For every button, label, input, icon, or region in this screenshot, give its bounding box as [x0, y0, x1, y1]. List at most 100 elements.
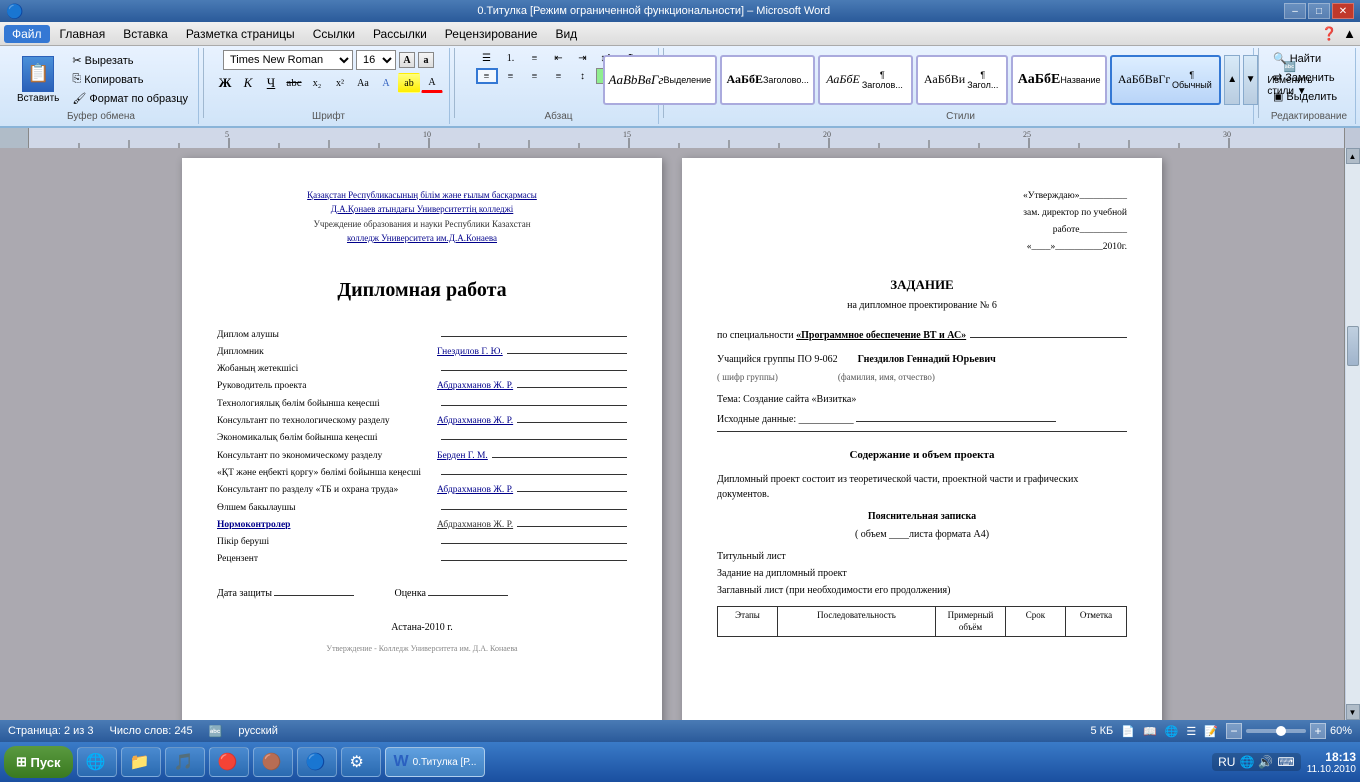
superscript-button[interactable]: x²	[329, 73, 351, 93]
bullets-button[interactable]: ☰	[476, 50, 498, 66]
taskbar-ie-button[interactable]: 🌐	[77, 747, 117, 777]
field-recenzent: Рецензент	[217, 553, 627, 566]
start-button[interactable]: ⊞ Пуск	[4, 746, 73, 778]
taskbar-media-button[interactable]: 🎵	[165, 747, 205, 777]
styles-scroll-down[interactable]: ▼	[1243, 55, 1258, 105]
underline-button[interactable]: Ч	[260, 73, 282, 93]
menu-insert[interactable]: Вставка	[115, 25, 176, 43]
copy-button[interactable]: ⎘ Копировать	[68, 71, 192, 88]
decrease-indent-button[interactable]: ⇤	[548, 50, 570, 66]
tb-ru-line	[517, 491, 627, 492]
menu-bar: Файл Главная Вставка Разметка страницы С…	[0, 22, 1360, 46]
zoom-level: 60%	[1330, 725, 1352, 737]
recenzent-label: Рецензент	[217, 553, 437, 566]
word-count: Число слов: 245	[110, 725, 193, 737]
maximize-button[interactable]: □	[1308, 3, 1330, 19]
menu-home[interactable]: Главная	[52, 25, 114, 43]
ruk-label: Руководитель проекта	[217, 380, 437, 393]
align-center-button[interactable]: ≡	[500, 68, 522, 84]
numbering-button[interactable]: 1.	[500, 50, 522, 66]
ribbon-minimize-icon[interactable]: ▲	[1343, 26, 1356, 41]
cut-button[interactable]: ✂ Вырезать	[68, 52, 192, 69]
close-button[interactable]: ✕	[1332, 3, 1354, 19]
taskbar-unknown3-button[interactable]: ⚙	[341, 747, 381, 777]
ruk-line	[517, 387, 627, 388]
strikethrough-button[interactable]: abc	[283, 73, 305, 93]
line-spacing-button[interactable]: ↕	[572, 68, 594, 84]
style-normal[interactable]: АаБбВвГг¶ Обычный	[1110, 55, 1222, 105]
style-heading3[interactable]: АаБбВи¶ Загол...	[916, 55, 1009, 105]
pikir-line	[441, 543, 627, 544]
taskbar-unknown2-button[interactable]: 🔵	[297, 747, 337, 777]
zadanie-title: ЗАДАНИЕ	[717, 276, 1127, 294]
field-pikir: Пікір беруші	[217, 536, 627, 549]
page1-org-header: Қазақстан Республикасының білім және ғыл…	[217, 188, 627, 246]
style-heading2[interactable]: АаБбЕ¶ Заголов...	[818, 55, 913, 105]
document-scroll[interactable]: Қазақстан Республикасының білім және ғыл…	[0, 148, 1344, 720]
replace-button[interactable]: ⇄ Заменить	[1269, 69, 1349, 86]
view-web-icon[interactable]: 🌐	[1165, 725, 1179, 738]
style-title[interactable]: АаБбЕНазвание	[1011, 55, 1106, 105]
help-icon[interactable]: ❓	[1321, 26, 1337, 42]
menu-review[interactable]: Рецензирование	[437, 25, 546, 43]
view-draft-icon[interactable]: 📝	[1204, 725, 1218, 738]
bold-button[interactable]: Ж	[214, 73, 236, 93]
para-label: Абзац	[544, 111, 572, 122]
view-read-icon[interactable]: 📖	[1143, 725, 1157, 738]
paste-icon: 📋	[22, 56, 54, 92]
divider-4	[1258, 48, 1259, 118]
paste-button[interactable]: 📋 Вставить	[10, 53, 66, 107]
scroll-down-button[interactable]: ▼	[1346, 704, 1360, 720]
clear-format-button[interactable]: Aa	[352, 73, 374, 93]
ribbon: 📋 Вставить ✂ Вырезать ⎘ Копировать 🖌 Фор…	[0, 46, 1360, 128]
find-button[interactable]: 🔍 Найти	[1269, 50, 1349, 67]
select-button[interactable]: ▣ Выделить	[1269, 88, 1349, 105]
org-line4: колледж Университета им.Д.А.Конаева	[217, 231, 627, 245]
scroll-thumb[interactable]	[1347, 326, 1359, 366]
font-size-select[interactable]: 16	[356, 50, 396, 70]
field-rows: Диплом алушы Дипломник Гнездилов Г. Ю. Ж…	[217, 329, 627, 567]
multilevel-button[interactable]: ≡	[524, 50, 546, 66]
increase-indent-button[interactable]: ⇥	[572, 50, 594, 66]
view-normal-icon[interactable]: 📄	[1121, 725, 1135, 738]
italic-button[interactable]: К	[237, 73, 259, 93]
zoom-slider[interactable]	[1246, 729, 1306, 733]
field-tb-kz: «ҚТ және еңбекті қоргу» бөлімі бойынша к…	[217, 467, 627, 480]
taskbar-opera-button[interactable]: 🔴	[209, 747, 249, 777]
menu-refs[interactable]: Ссылки	[305, 25, 363, 43]
font-grow-button[interactable]: A	[399, 52, 415, 68]
justify-button[interactable]: ≡	[548, 68, 570, 84]
subscript-button[interactable]: x₂	[306, 73, 328, 93]
align-right-button[interactable]: ≡	[524, 68, 546, 84]
menu-file[interactable]: Файл	[4, 25, 50, 43]
cut-icon: ✂	[72, 54, 81, 67]
text-effects-button[interactable]: A	[375, 73, 397, 93]
vertical-scrollbar[interactable]: ▲ ▼	[1344, 148, 1360, 720]
menu-view[interactable]: Вид	[547, 25, 585, 43]
zoom-out-button[interactable]: −	[1226, 723, 1242, 739]
highlight-button[interactable]: ab	[398, 73, 420, 93]
zoom-thumb	[1276, 726, 1286, 736]
pikir-label: Пікір беруші	[217, 536, 437, 549]
font-label: Шрифт	[312, 111, 345, 122]
view-outline-icon[interactable]: ☰	[1186, 725, 1196, 738]
scroll-up-button[interactable]: ▲	[1346, 148, 1360, 164]
style-normal-italic[interactable]: AaBbВвГгВыделение	[603, 55, 718, 105]
utv-role2: работе__________	[717, 222, 1127, 239]
minimize-button[interactable]: –	[1284, 3, 1306, 19]
menu-mailings[interactable]: Рассылки	[365, 25, 435, 43]
align-left-button[interactable]: ≡	[476, 68, 498, 84]
menu-layout[interactable]: Разметка страницы	[178, 25, 303, 43]
styles-scroll-up[interactable]: ▲	[1224, 55, 1239, 105]
taskbar-word-button[interactable]: W 0.Титулка [Р...	[385, 747, 486, 777]
format-painter-button[interactable]: 🖌 Формат по образцу	[68, 90, 192, 107]
font-color-button[interactable]: A	[421, 73, 443, 93]
date-label: Дата защиты	[217, 588, 272, 599]
taskbar-explorer-button[interactable]: 📁	[121, 747, 161, 777]
font-shrink-button[interactable]: a	[418, 52, 434, 68]
list-item-2: Задание на дипломный проект	[717, 567, 1127, 581]
font-name-select[interactable]: Times New Roman	[223, 50, 353, 70]
taskbar-unknown-button[interactable]: 🟤	[253, 747, 293, 777]
zoom-in-button[interactable]: +	[1310, 723, 1326, 739]
style-heading1[interactable]: АаБбЕЗаголово...	[720, 55, 815, 105]
